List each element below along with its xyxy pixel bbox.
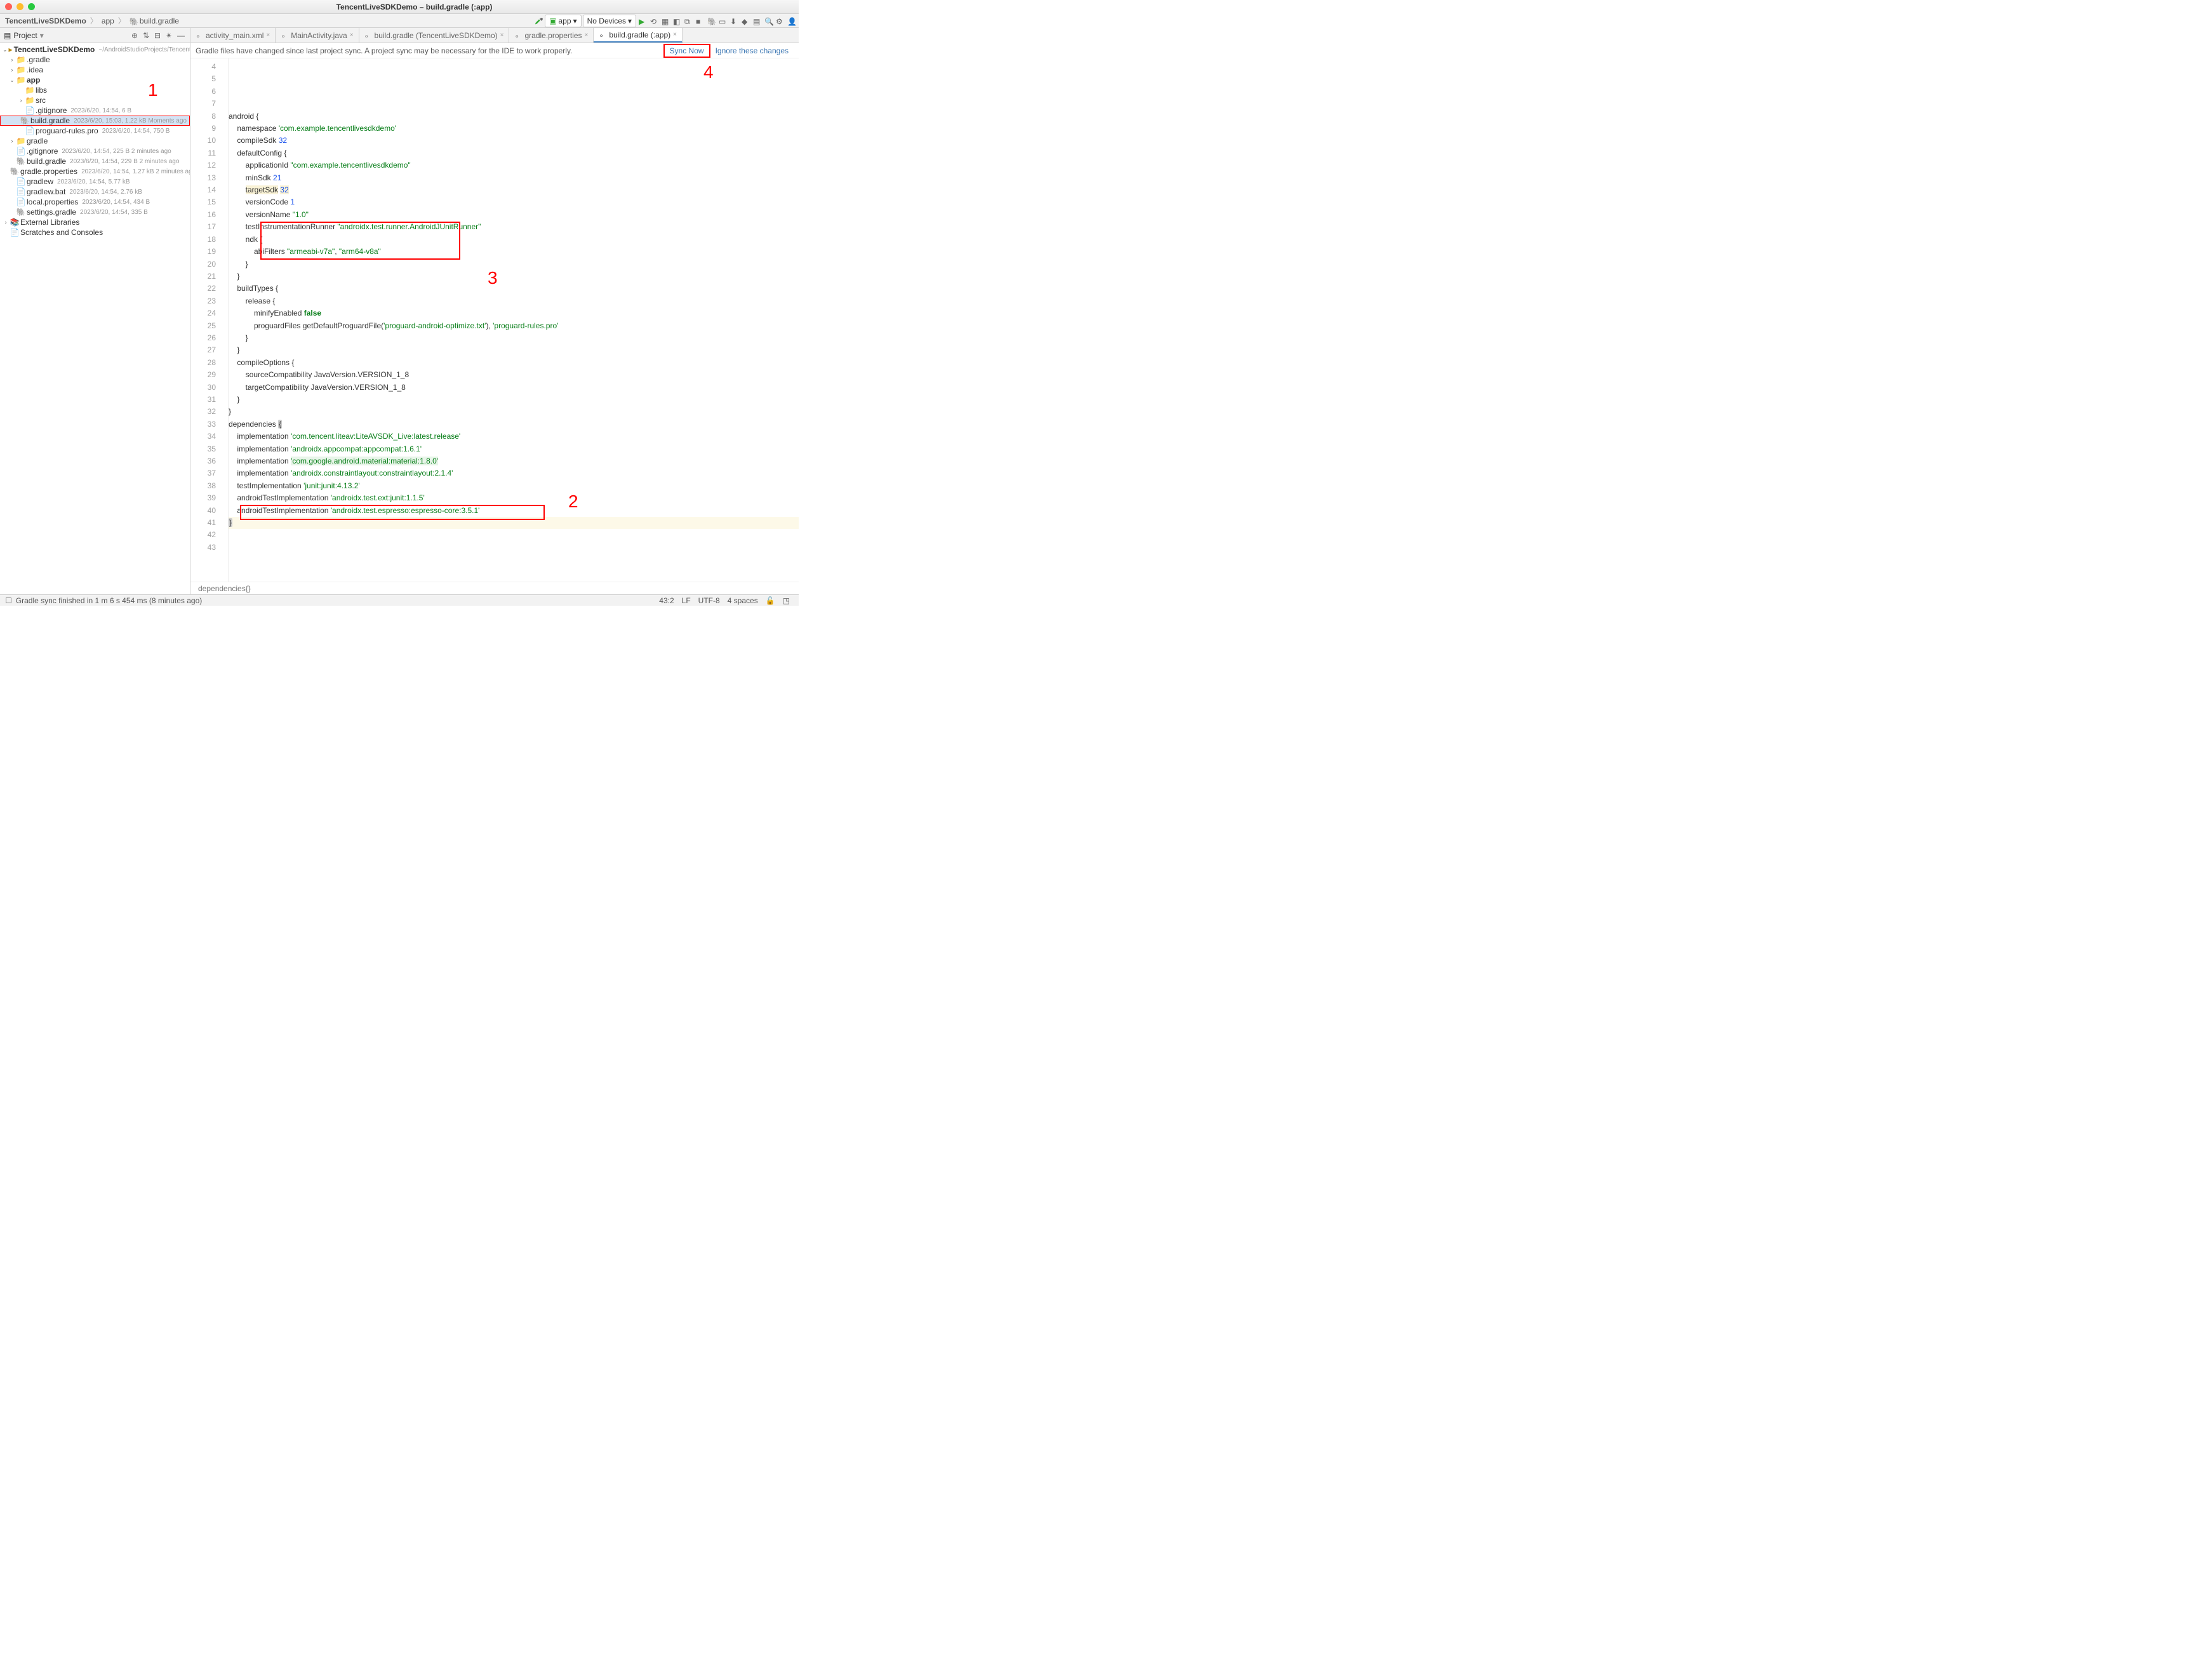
file-icon: ∘ bbox=[281, 32, 288, 39]
ignore-changes-link[interactable]: Ignore these changes bbox=[710, 45, 794, 57]
status-bar: ☐ Gradle sync finished in 1 m 6 s 454 ms… bbox=[0, 594, 799, 606]
project-panel-header: ▤ Project ▾ ⊕ ⇅ ⊟ ✴ — bbox=[0, 28, 190, 43]
sync-now-link[interactable]: Sync Now bbox=[663, 44, 710, 58]
tree-item-settings-gradle[interactable]: 🐘settings.gradle2023/6/20, 14:54, 335 B bbox=[0, 207, 190, 217]
close-tab-icon[interactable]: × bbox=[266, 32, 270, 39]
sort-icon[interactable]: ⇅ bbox=[143, 31, 152, 40]
tree-item--gitignore[interactable]: 📄.gitignore2023/6/20, 14:54, 6 B bbox=[0, 105, 190, 116]
tab-build-gradle---app-[interactable]: ∘build.gradle (:app)× bbox=[594, 28, 683, 43]
tree-item-src[interactable]: ›📁src bbox=[0, 95, 190, 105]
tree-scratches[interactable]: 📄 Scratches and Consoles bbox=[0, 227, 190, 237]
project-view-icon: ▤ bbox=[4, 31, 11, 40]
tree-item--gitignore[interactable]: 📄.gitignore2023/6/20, 14:54, 225 B 2 min… bbox=[0, 146, 190, 156]
close-tab-icon[interactable]: × bbox=[500, 32, 504, 39]
line-ending[interactable]: LF bbox=[682, 596, 691, 605]
tree-item-build-gradle[interactable]: 🐘build.gradle2023/6/20, 15:03, 1.22 kB M… bbox=[0, 116, 190, 126]
file-icon: ∘ bbox=[514, 32, 522, 39]
close-tab-icon[interactable]: × bbox=[585, 32, 589, 39]
code-editor[interactable]: 4567891011121314151617181920212223242526… bbox=[190, 58, 799, 582]
tree-item-gradlew-bat[interactable]: 📄gradlew.bat2023/6/20, 14:54, 2.76 kB bbox=[0, 187, 190, 197]
account-icon[interactable]: 👤 bbox=[786, 16, 796, 26]
indent-setting[interactable]: 4 spaces bbox=[728, 596, 758, 605]
main-toolbar: ▣app▾ No Devices▾ ▶ ⟲ ▦ ◧ ⧉ ■ 🐘 ▭ ⬇ ◆ ▤ … bbox=[531, 14, 799, 28]
tree-item-gradle-properties[interactable]: 🐘gradle.properties2023/6/20, 14:54, 1.27… bbox=[0, 166, 190, 177]
stop-icon[interactable]: ■ bbox=[695, 16, 705, 26]
tree-item-local-properties[interactable]: 📄local.properties2023/6/20, 14:54, 434 B bbox=[0, 197, 190, 207]
profile-icon[interactable]: ▦ bbox=[660, 16, 670, 26]
annotation-label-2: 2 bbox=[568, 491, 578, 512]
file-icon: ∘ bbox=[599, 31, 606, 39]
title-bar: TencentLiveSDKDemo – build.gradle (:app) bbox=[0, 0, 799, 14]
project-sidebar: ▤ Project ▾ ⊕ ⇅ ⊟ ✴ — ⌄▸ TencentLiveSDKD… bbox=[0, 28, 190, 594]
assistant-icon[interactable]: ◆ bbox=[740, 16, 750, 26]
readonly-icon[interactable]: 🔓 bbox=[766, 596, 775, 605]
run-icon[interactable]: ▶ bbox=[637, 16, 648, 26]
tree-item--idea[interactable]: ›📁.idea bbox=[0, 65, 190, 75]
annotation-label-4: 4 bbox=[703, 62, 714, 83]
tab-gradle-properties[interactable]: ∘gradle.properties× bbox=[509, 28, 594, 43]
status-checkbox[interactable]: ☐ bbox=[5, 596, 12, 605]
tree-item-libs[interactable]: 📁libs bbox=[0, 85, 190, 95]
cursor-position[interactable]: 43:2 bbox=[659, 596, 674, 605]
close-window-icon[interactable] bbox=[5, 3, 12, 10]
gutter[interactable]: 4567891011121314151617181920212223242526… bbox=[190, 58, 221, 582]
tree-item-gradlew[interactable]: 📄gradlew2023/6/20, 14:54, 5.77 kB bbox=[0, 177, 190, 187]
close-tab-icon[interactable]: × bbox=[673, 31, 677, 38]
close-tab-icon[interactable]: × bbox=[350, 32, 354, 39]
editor-area: ∘activity_main.xml×∘MainActivity.java×∘b… bbox=[190, 28, 799, 594]
file-encoding[interactable]: UTF-8 bbox=[698, 596, 720, 605]
traffic-lights bbox=[5, 3, 35, 10]
tab-mainactivity-java[interactable]: ∘MainActivity.java× bbox=[276, 28, 359, 43]
filter-icon[interactable]: ⊟ bbox=[154, 31, 163, 40]
coverage-icon[interactable]: ◧ bbox=[672, 16, 682, 26]
collapse-icon[interactable]: — bbox=[177, 31, 186, 40]
target-icon[interactable]: ⊕ bbox=[131, 31, 140, 40]
avd-icon[interactable]: ▭ bbox=[717, 16, 728, 26]
maximize-window-icon[interactable] bbox=[28, 3, 35, 10]
minimize-window-icon[interactable] bbox=[17, 3, 23, 10]
device-selector[interactable]: No Devices▾ bbox=[583, 15, 636, 27]
fold-column[interactable] bbox=[221, 58, 229, 582]
gradle-sync-bar: Gradle files have changed since last pro… bbox=[190, 43, 799, 58]
annotation-label-3: 3 bbox=[488, 268, 498, 288]
tree-external-libraries[interactable]: ›📚 External Libraries bbox=[0, 217, 190, 227]
tree-item-gradle[interactable]: ›📁gradle bbox=[0, 136, 190, 146]
tree-item-app[interactable]: ⌄📁app bbox=[0, 75, 190, 85]
run-config-selector[interactable]: ▣app▾ bbox=[545, 15, 581, 27]
file-icon: ∘ bbox=[196, 32, 203, 39]
tab-build-gradle--tencentlivesdkdemo-[interactable]: ∘build.gradle (TencentLiveSDKDemo)× bbox=[359, 28, 510, 43]
sync-message: Gradle files have changed since last pro… bbox=[196, 46, 663, 55]
code-content[interactable]: android { namespace 'com.example.tencent… bbox=[229, 58, 799, 582]
status-message: Gradle sync finished in 1 m 6 s 454 ms (… bbox=[16, 596, 202, 605]
hammer-build-icon[interactable] bbox=[533, 16, 543, 26]
annotation-label-1: 1 bbox=[148, 80, 158, 100]
file-icon: ∘ bbox=[364, 32, 372, 39]
tree-item-proguard-rules-pro[interactable]: 📄proguard-rules.pro2023/6/20, 14:54, 750… bbox=[0, 126, 190, 136]
window-title: TencentLiveSDKDemo – build.gradle (:app) bbox=[35, 3, 794, 11]
tree-item-build-gradle[interactable]: 🐘build.gradle2023/6/20, 14:54, 229 B 2 m… bbox=[0, 156, 190, 166]
project-dropdown-icon[interactable]: ▾ bbox=[40, 31, 44, 40]
sdk-icon[interactable]: ⬇ bbox=[729, 16, 739, 26]
sync-icon[interactable]: 🐘 bbox=[706, 16, 716, 26]
project-panel-title[interactable]: Project bbox=[13, 31, 37, 40]
attach-icon[interactable]: ⧉ bbox=[683, 16, 693, 26]
editor-tabs: ∘activity_main.xml×∘MainActivity.java×∘b… bbox=[190, 28, 799, 43]
debug-icon[interactable]: ⟲ bbox=[649, 16, 659, 26]
gear-icon[interactable]: ✴ bbox=[166, 31, 175, 40]
tab-activity-main-xml[interactable]: ∘activity_main.xml× bbox=[190, 28, 276, 43]
tree-item--gradle[interactable]: ›📁.gradle bbox=[0, 55, 190, 65]
breadcrumb-module[interactable]: app bbox=[102, 17, 114, 25]
tree-root[interactable]: ⌄▸ TencentLiveSDKDemo ~/AndroidStudioPro… bbox=[0, 44, 190, 55]
settings-icon[interactable]: ⚙ bbox=[775, 16, 785, 26]
search-icon[interactable]: 🔍 bbox=[763, 16, 773, 26]
gradle-file-icon: 🐘 bbox=[130, 17, 137, 25]
project-tree[interactable]: ⌄▸ TencentLiveSDKDemo ~/AndroidStudioPro… bbox=[0, 43, 190, 594]
notification-icon[interactable]: ◳ bbox=[783, 596, 790, 605]
breadcrumb-file[interactable]: build.gradle bbox=[140, 17, 179, 25]
layout-icon[interactable]: ▤ bbox=[752, 16, 762, 26]
code-breadcrumb[interactable]: dependencies{} bbox=[190, 582, 799, 594]
breadcrumb-project[interactable]: TencentLiveSDKDemo bbox=[5, 17, 86, 25]
